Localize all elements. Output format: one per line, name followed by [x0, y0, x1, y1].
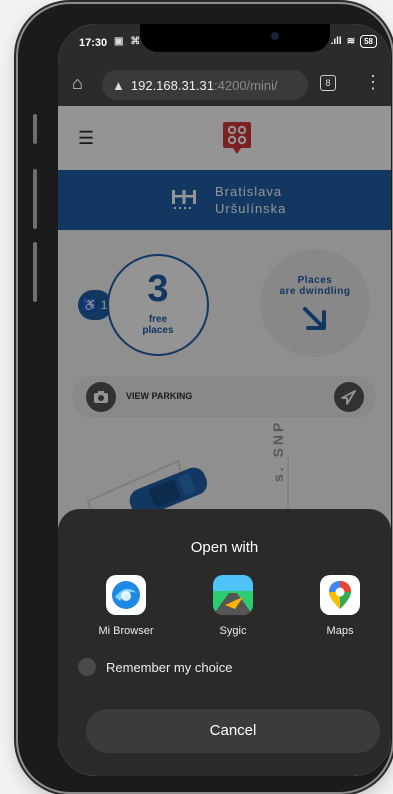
volume-up-button [33, 114, 37, 144]
app-name: Sygic [219, 625, 247, 637]
volume-down-button [33, 169, 37, 229]
app-name: Maps [326, 625, 354, 637]
wifi-icon: ≋ [346, 36, 356, 47]
mi-browser-icon[interactable] [106, 575, 146, 615]
cancel-button[interactable]: Cancel [86, 709, 380, 753]
remember-choice-option[interactable]: Remember my choice [78, 658, 232, 676]
app-name: Mi Browser [98, 625, 154, 637]
signal-icon: .ıll [330, 36, 342, 47]
google-maps-icon[interactable] [320, 575, 360, 615]
status-time: 17:30 [79, 37, 108, 49]
sheet-title: Open with [190, 539, 259, 556]
battery-icon: 58 [360, 35, 377, 48]
open-with-sheet: Open with Mi Browser Sygic Maps Remember… [58, 509, 391, 776]
app-option-mi-browser[interactable]: Mi Browser [86, 575, 166, 637]
app-option-sygic[interactable]: Sygic [193, 575, 273, 637]
not-secure-warning-icon[interactable]: ▲ [112, 78, 125, 93]
home-icon[interactable]: ⌂ [72, 73, 83, 94]
sygic-icon[interactable] [213, 575, 253, 615]
url-field[interactable]: ▲ 192.168.31.31:4200/mini/ [102, 70, 308, 100]
remember-choice-label[interactable]: Remember my choice [106, 660, 232, 675]
app-option-maps[interactable]: Maps [300, 575, 380, 637]
camera-notch [140, 24, 330, 52]
tab-switcher-button[interactable]: 8 [320, 75, 336, 91]
url-host: 192.168.31.31 [130, 77, 215, 93]
status-bar: 17:30 ▣ ⌘ .ıll ≋ 58 [58, 24, 391, 62]
phone-frame: 17:30 ▣ ⌘ .ıll ≋ 58 ⌂ ▲ 192.168.31.31:42… [18, 4, 392, 792]
phone-screen: 17:30 ▣ ⌘ .ıll ≋ 58 ⌂ ▲ 192.168.31.31:42… [58, 24, 391, 776]
notification-icons: ▣ ⌘ [114, 36, 143, 47]
url-path: :4200/mini/ [214, 77, 278, 93]
browser-menu-icon[interactable]: ⋮ [364, 72, 382, 93]
power-button [33, 242, 37, 302]
remember-choice-radio[interactable] [78, 658, 96, 676]
camera-lens [271, 32, 279, 40]
browser-toolbar: ⌂ ▲ 192.168.31.31:4200/mini/ 8 ⋮ [58, 62, 391, 106]
